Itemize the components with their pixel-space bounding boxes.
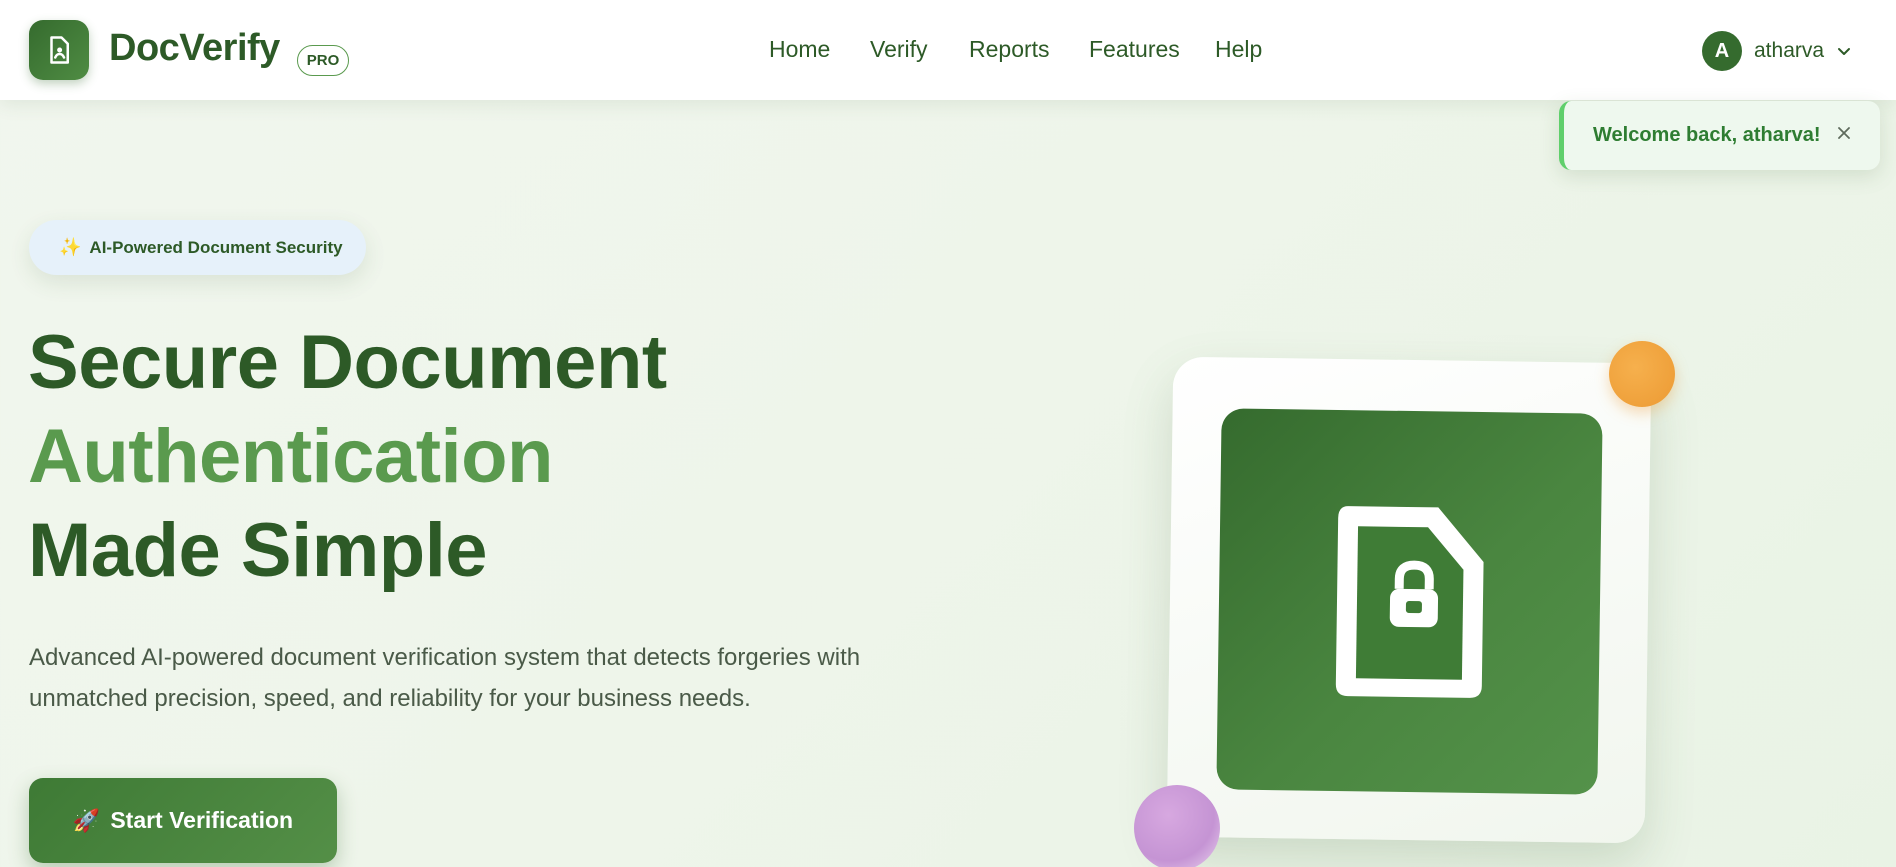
document-lock-icon (1335, 505, 1484, 698)
nav-help[interactable]: Help (1215, 36, 1262, 63)
nav-features[interactable]: Features (1089, 36, 1180, 63)
nav-reports[interactable]: Reports (969, 36, 1050, 63)
logo[interactable] (29, 20, 89, 80)
start-verification-label: Start Verification (110, 807, 294, 833)
chevron-down-icon[interactable] (1836, 43, 1852, 59)
hero-description: Advanced AI-powered document verificatio… (29, 644, 861, 712)
user-menu[interactable]: A atharva (1702, 30, 1852, 72)
hero-badge-text: AI-Powered Document Security (89, 237, 343, 257)
close-icon[interactable] (1834, 123, 1854, 143)
document-user-icon (50, 36, 69, 64)
hero-badge: ✨ AI-Powered Document Security (29, 220, 366, 275)
decorative-purple-orb (1134, 785, 1220, 867)
decorative-orange-orb (1609, 341, 1675, 407)
nav-home[interactable]: Home (769, 36, 830, 63)
hero-title-line-2: Authentication (28, 414, 553, 499)
username[interactable]: atharva (1754, 39, 1824, 63)
rocket-icon: 🚀 (72, 807, 101, 833)
hero-title-line-3: Made Simple (28, 508, 488, 593)
brand-name[interactable]: DocVerify (109, 27, 280, 70)
avatar[interactable]: A (1702, 31, 1742, 71)
nav-verify[interactable]: Verify (870, 36, 928, 63)
sparkles-icon: ✨ (59, 237, 82, 257)
top-navbar: DocVerify PRO Home Verify Reports Featur… (0, 0, 1896, 100)
pro-badge: PRO (297, 45, 349, 76)
hero-title-line-1: Secure Document (28, 320, 667, 405)
illustration-inner (1216, 408, 1603, 795)
start-verification-button[interactable]: 🚀 Start Verification (29, 778, 337, 863)
toast-message: Welcome back, atharva! (1593, 124, 1821, 146)
welcome-toast: Welcome back, atharva! (1559, 101, 1880, 170)
